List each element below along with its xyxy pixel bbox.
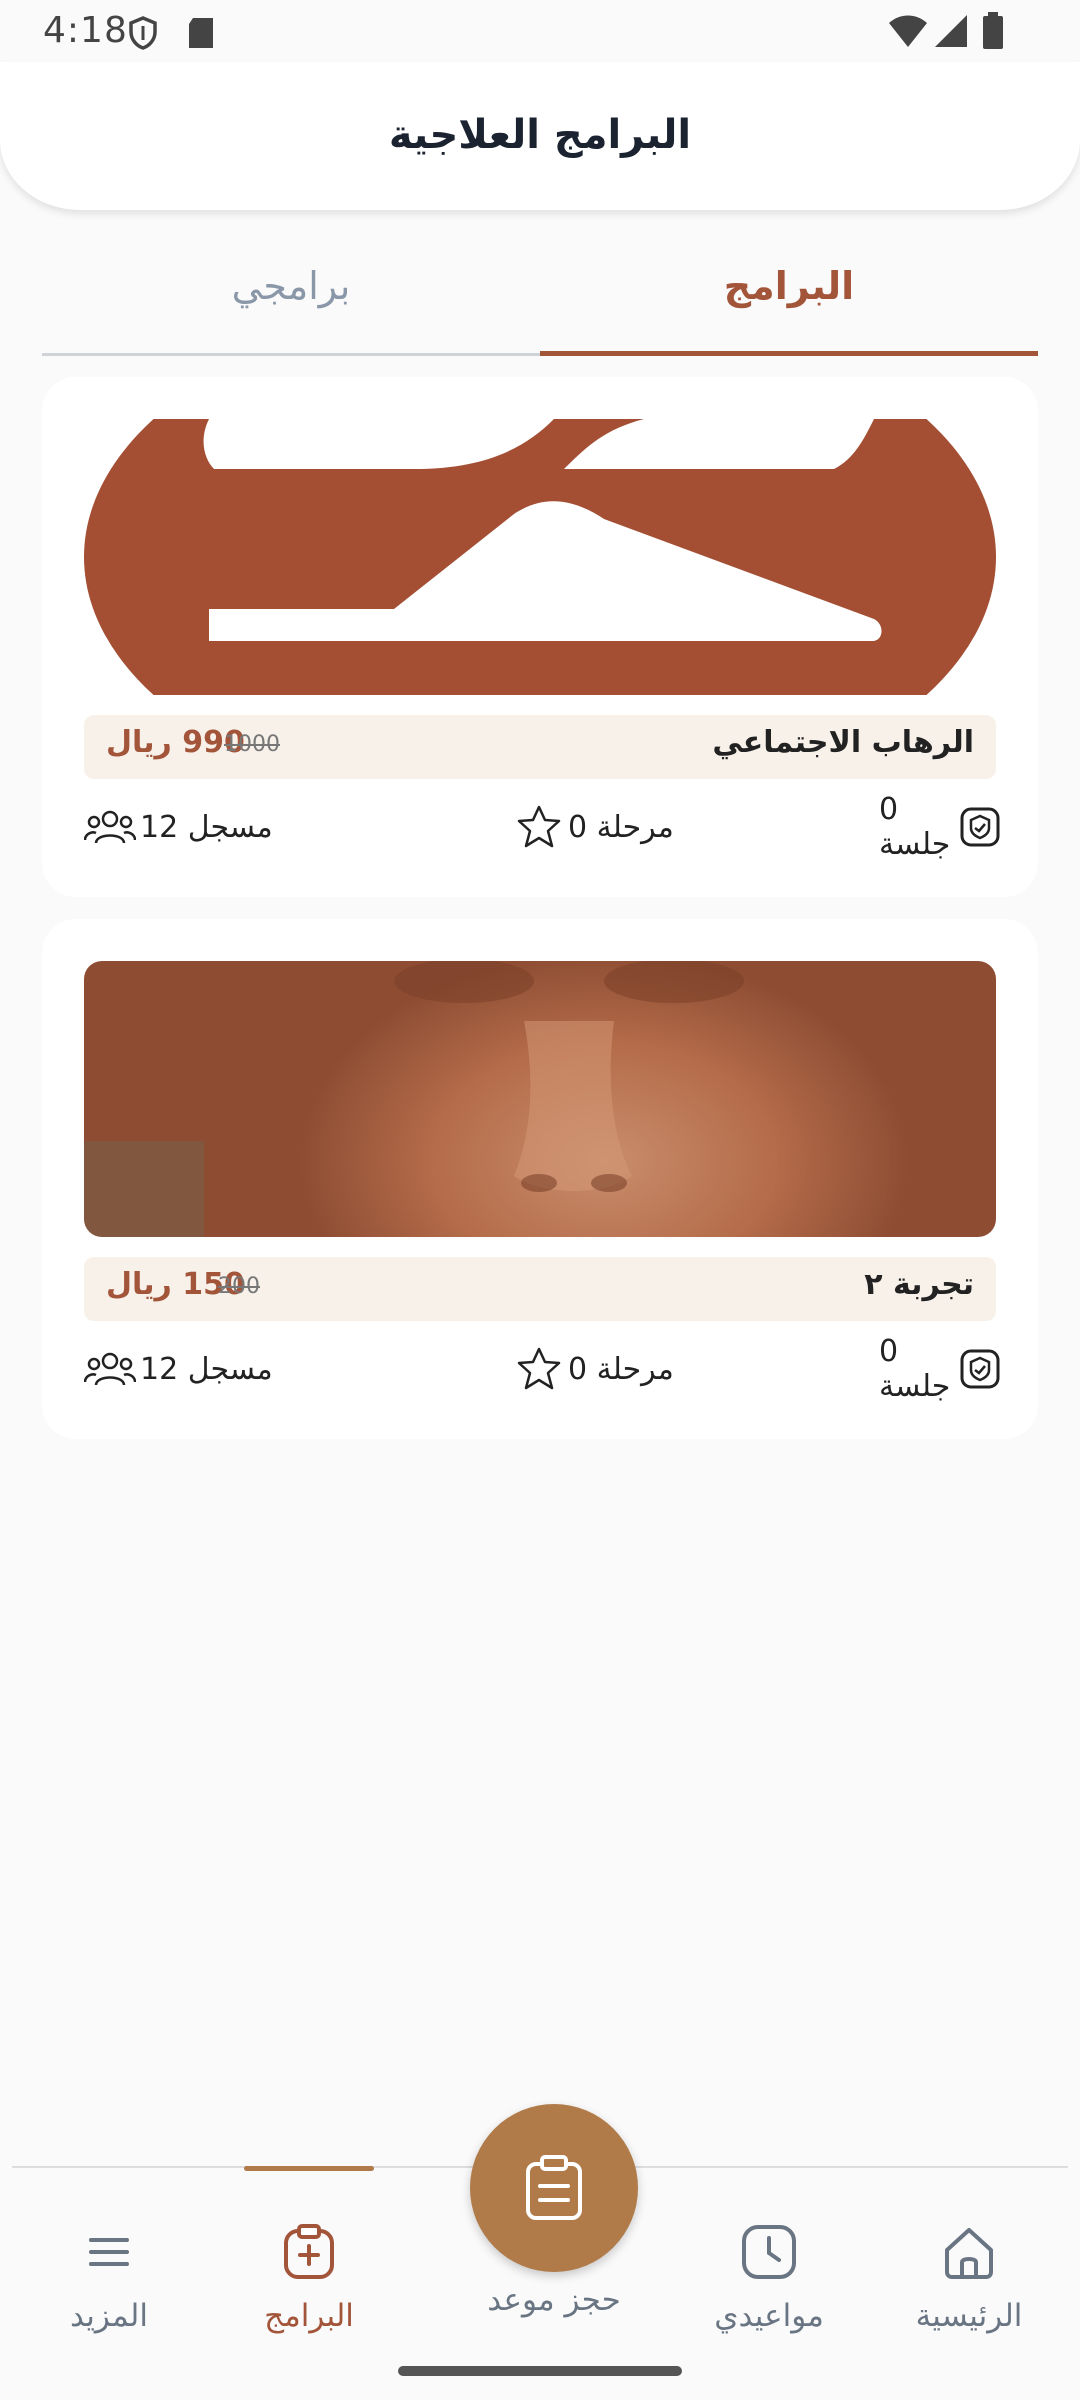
- sd-card-icon: [189, 18, 213, 48]
- page-title: البرامج العلاجية: [388, 112, 692, 158]
- sessions-stat: 0 جلسة: [879, 792, 1002, 862]
- program-image: [84, 419, 996, 695]
- signal-icon: [935, 15, 967, 47]
- enrolled-stat: 12 مسجل: [84, 797, 273, 857]
- program-card[interactable]: الرهاب الاجتماعي 990 ريال 1000 12 مسجل 0…: [42, 377, 1038, 897]
- tab-programs[interactable]: البرامج: [540, 240, 1038, 356]
- nav-appointments-label: مواعيدي: [714, 2298, 824, 2334]
- nav-appointments[interactable]: مواعيدي: [694, 2168, 844, 2368]
- wifi-icon: [889, 15, 927, 47]
- users-icon: [84, 810, 136, 844]
- program-name: تجربة ٢: [864, 1267, 974, 1302]
- menu-icon: [89, 2238, 129, 2266]
- program-banner-graphic: [84, 419, 996, 695]
- child-face-graphic: [84, 961, 744, 1237]
- star-icon: [517, 805, 561, 848]
- star-icon: [517, 1347, 561, 1390]
- session-icon: [960, 807, 1000, 847]
- enrolled-count: 12 مسجل: [140, 1351, 273, 1387]
- program-old-price: 200: [218, 1274, 260, 1299]
- session-icon: [960, 1349, 1000, 1389]
- nav-more-label: المزيد: [70, 2298, 148, 2334]
- nav-home[interactable]: الرئيسية: [894, 2168, 1044, 2368]
- program-stats: 12 مسجل 0 مرحلة 0 جلسة: [84, 792, 1000, 862]
- stages-count: 0 مرحلة: [568, 1351, 674, 1387]
- active-tab-indicator: [540, 351, 1038, 356]
- tab-my-programs[interactable]: برامجي: [42, 240, 540, 356]
- program-name: الرهاب الاجتماعي: [712, 725, 974, 760]
- clipboard-plus-icon: [284, 2224, 334, 2279]
- app-header: البرامج العلاجية: [0, 62, 1080, 210]
- clock-icon: [742, 2225, 796, 2279]
- nav-home-label: الرئيسية: [915, 2298, 1023, 2334]
- stages-count: 0 مرحلة: [568, 809, 674, 845]
- stages-stat: 0 مرحلة: [514, 797, 674, 857]
- active-nav-indicator: [244, 2166, 374, 2171]
- enrolled-stat: 12 مسجل: [84, 1339, 273, 1399]
- enrolled-count: 12 مسجل: [140, 809, 273, 845]
- status-bar: 4:18: [0, 0, 1080, 66]
- program-image: [84, 961, 996, 1237]
- nav-programs[interactable]: البرامج: [234, 2166, 384, 2368]
- price-bar: تجربة ٢ 150 ريال 200: [84, 1257, 996, 1321]
- shield-icon: [129, 16, 157, 50]
- sessions-count: 0 جلسة: [879, 1334, 951, 1404]
- book-appointment-label: حجز موعد: [487, 2282, 621, 2318]
- clipboard-list-icon: [526, 2155, 582, 2220]
- battery-icon: [983, 12, 1003, 49]
- sessions-count: 0 جلسة: [879, 792, 951, 862]
- nav-more[interactable]: المزيد: [34, 2168, 184, 2368]
- tab-bar: البرامج برامجي: [42, 240, 1038, 356]
- home-indicator[interactable]: [398, 2366, 682, 2376]
- program-card[interactable]: تجربة ٢ 150 ريال 200 12 مسجل 0 مرحلة 0 ج…: [42, 919, 1038, 1439]
- users-icon: [84, 1352, 136, 1386]
- status-time: 4:18: [43, 10, 128, 51]
- nav-programs-label: البرامج: [264, 2298, 354, 2334]
- stages-stat: 0 مرحلة: [514, 1339, 674, 1399]
- sessions-stat: 0 جلسة: [879, 1334, 1002, 1404]
- home-icon: [945, 2228, 993, 2279]
- book-appointment-button[interactable]: [470, 2104, 638, 2272]
- program-old-price: 1000: [224, 732, 280, 757]
- program-stats: 12 مسجل 0 مرحلة 0 جلسة: [84, 1334, 1000, 1404]
- price-bar: الرهاب الاجتماعي 990 ريال 1000: [84, 715, 996, 779]
